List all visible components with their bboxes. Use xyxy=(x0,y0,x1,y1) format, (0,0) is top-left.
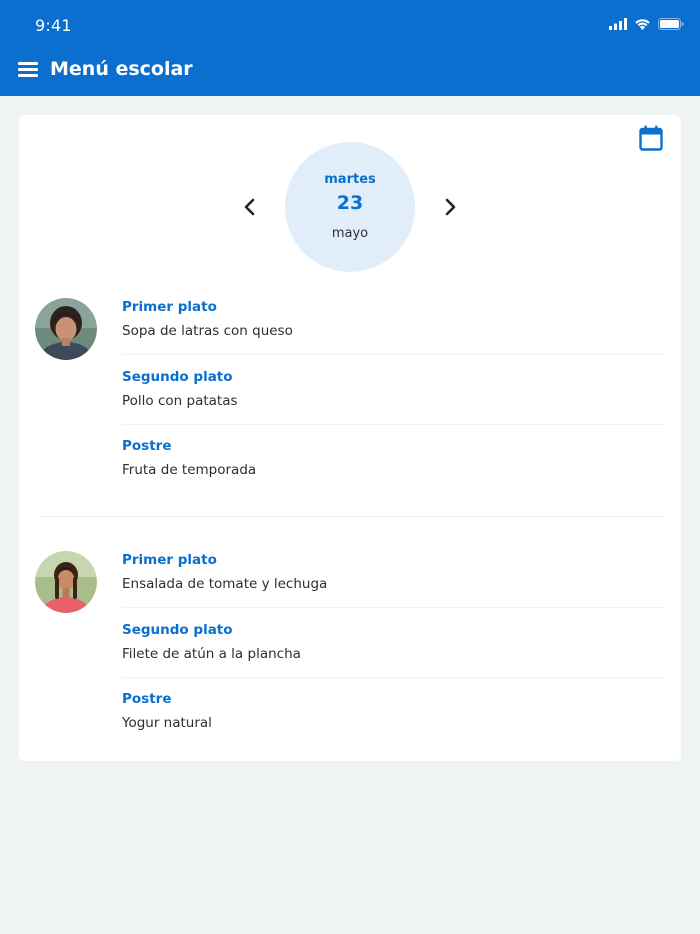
course-dish: Fruta de temporada xyxy=(122,462,257,478)
course-label: Segundo plato xyxy=(122,622,233,638)
divider xyxy=(122,607,663,608)
course-dish: Filete de atún a la plancha xyxy=(122,646,301,662)
course-label: Postre xyxy=(122,438,172,454)
course-label: Primer plato xyxy=(122,299,217,315)
avatar-kid-2[interactable] xyxy=(35,551,97,613)
menu-card: martes 23 mayo Primer plato Sopa de latr… xyxy=(19,115,681,761)
wifi-icon xyxy=(635,19,650,30)
course-label: Postre xyxy=(122,691,172,707)
course-dish: Pollo con patatas xyxy=(122,393,238,409)
chevron-left-icon[interactable] xyxy=(240,197,260,217)
section-divider xyxy=(38,516,663,517)
calendar-icon[interactable] xyxy=(639,125,663,151)
app-bar: 9:41 Menú escolar xyxy=(0,0,700,96)
status-time: 9:41 xyxy=(35,16,72,35)
status-icons xyxy=(609,18,684,30)
date-circle: martes 23 mayo xyxy=(285,142,415,272)
divider xyxy=(122,354,663,355)
date-month: mayo xyxy=(331,226,369,241)
page-title: Menú escolar xyxy=(50,58,193,80)
course-label: Primer plato xyxy=(122,552,217,568)
chevron-right-icon[interactable] xyxy=(440,197,460,217)
course-dish: Sopa de latras con queso xyxy=(122,323,293,339)
course-dish: Ensalada de tomate y lechuga xyxy=(122,576,328,592)
date-weekday: martes xyxy=(324,172,376,187)
course-dish: Yogur natural xyxy=(122,715,212,731)
divider xyxy=(122,424,663,425)
avatar-kid-1[interactable] xyxy=(35,298,97,360)
battery-icon xyxy=(658,18,684,30)
signal-icon xyxy=(609,18,627,30)
course-label: Segundo plato xyxy=(122,369,233,385)
divider xyxy=(122,677,663,678)
hamburger-icon[interactable] xyxy=(18,61,38,77)
header-row: Menú escolar xyxy=(18,58,193,80)
date-day: 23 xyxy=(336,192,364,214)
